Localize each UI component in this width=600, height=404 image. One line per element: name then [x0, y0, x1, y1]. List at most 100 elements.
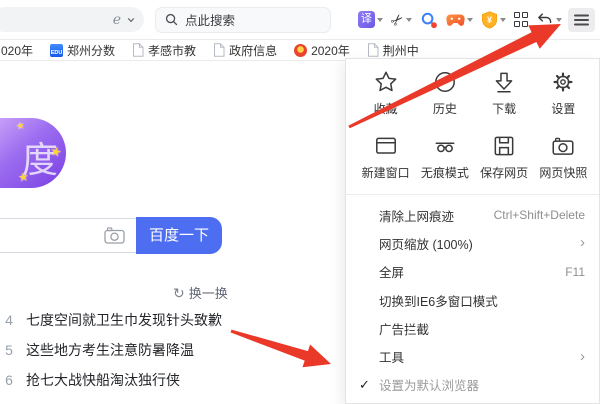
caret-down-icon[interactable] — [376, 17, 383, 22]
menu-separator — [346, 194, 599, 195]
menu-item-label: 设置为默认浏览器 — [379, 379, 480, 394]
menu-new-window[interactable]: 新建窗口 — [356, 131, 415, 183]
menu-incognito[interactable]: 无痕模式 — [415, 131, 474, 183]
star-decoration: ★ — [14, 120, 27, 133]
incognito-icon — [435, 142, 455, 153]
security-button[interactable]: ¥ — [479, 8, 508, 32]
menu-item-page-zoom[interactable]: 网页缩放 (100%) › — [346, 229, 599, 257]
screenshot-button[interactable]: ✂ — [387, 8, 414, 32]
menu-item-label: 工具 — [379, 351, 405, 366]
shield-icon: ¥ — [481, 10, 497, 29]
star-decoration: ★ — [17, 169, 30, 185]
menu-snapshot[interactable]: 网页快照 — [534, 131, 593, 183]
hot-text: 七度空间就卫生巾发现针头致歉 — [26, 312, 222, 328]
magnifier-icon — [421, 12, 437, 28]
gear-icon — [553, 72, 573, 92]
menu-shortcut: F11 — [565, 264, 585, 279]
baidu-search-input[interactable] — [0, 218, 136, 253]
bookmark-label: 孝感市教 — [148, 43, 197, 58]
download-icon — [495, 72, 513, 93]
bookmark-item[interactable]: 020年 — [1, 42, 33, 59]
bookmark-item[interactable]: 孝感市教 — [132, 42, 196, 59]
page-icon — [367, 43, 379, 57]
caret-down-icon[interactable] — [466, 17, 473, 22]
menu-downloads[interactable]: 下载 — [475, 67, 534, 119]
baidu-search-button[interactable]: 百度一下 — [136, 217, 222, 254]
menu-grid-label: 保存网页 — [480, 166, 529, 180]
bookmark-label: 2020年 — [311, 43, 350, 58]
menu-save-page[interactable]: 保存网页 — [475, 131, 534, 183]
edu-favicon: EDU — [50, 43, 64, 57]
menu-history[interactable]: 历史 — [415, 67, 474, 119]
submenu-chevron-icon: › — [580, 234, 585, 252]
menu-item-ad-block[interactable]: 广告拦截 — [346, 314, 599, 342]
find-search-button[interactable] — [418, 8, 440, 32]
games-button[interactable] — [444, 9, 475, 31]
menu-item-label: 全屏 — [379, 266, 405, 281]
menu-settings[interactable]: 设置 — [534, 67, 593, 119]
bookmark-item[interactable]: 2020年 — [294, 42, 350, 59]
apps-grid-button[interactable] — [512, 9, 531, 30]
menu-shortcut: Ctrl+Shift+Delete — [493, 208, 585, 223]
hot-list-item[interactable]: 5 这些地方考生注意防暑降温 — [4, 335, 334, 365]
hot-list-item[interactable]: 6 抢七大战快船淘汰独行侠 — [4, 365, 334, 395]
menu-item-clear-traces[interactable]: 清除上网痕迹 Ctrl+Shift+Delete — [346, 201, 599, 229]
chevron-down-icon[interactable] — [127, 16, 135, 24]
menu-grid-label: 历史 — [432, 102, 457, 116]
checkmark-icon: ✓ — [359, 376, 370, 392]
menu-grid-label: 下载 — [492, 102, 517, 116]
menu-item-set-default-browser[interactable]: ✓ 设置为默认浏览器 — [346, 371, 599, 399]
search-icon — [165, 13, 178, 26]
apps-grid-icon — [513, 12, 528, 27]
bookmark-item[interactable]: 政府信息 — [213, 42, 277, 59]
caret-down-icon[interactable] — [556, 17, 562, 22]
camera-icon — [552, 137, 574, 155]
toolbar-icon-group: 译 ✂ ¥ — [356, 7, 600, 32]
hot-list-refresh[interactable]: ↻ 换一换 — [173, 283, 228, 302]
menu-list: 清除上网痕迹 Ctrl+Shift+Delete 网页缩放 (100%) › 全… — [346, 199, 599, 404]
menu-favorites[interactable]: 收藏 — [356, 67, 415, 119]
hot-text: 这些地方考生注意防暑降温 — [26, 342, 194, 358]
hot-text: 抢七大战快船淘汰独行侠 — [26, 372, 180, 388]
main-menu-button[interactable] — [568, 7, 595, 32]
bookmark-label: 荆州中 — [382, 43, 419, 58]
menu-item-label: 网页缩放 (100%) — [379, 237, 473, 252]
hot-list-item[interactable]: 4 七度空间就卫生巾发现针头致歉 — [4, 305, 334, 335]
menu-item-ie6-mode[interactable]: 切换到IE6多窗口模式 — [346, 286, 599, 314]
bookmark-item[interactable]: EDU 郑州分数 — [50, 42, 115, 59]
bookmark-label: 郑州分数 — [67, 43, 116, 58]
menu-grid-label: 网页快照 — [539, 166, 588, 180]
browser-window: e 点此搜索 译 ✂ ¥ 020年 EDU 郑州分数 孝感市教 政府信息 202… — [0, 0, 600, 404]
bookmark-label: 020年 — [1, 43, 34, 58]
menu-grid-label: 新建窗口 — [361, 166, 410, 180]
menu-item-tools[interactable]: 工具 › — [346, 342, 599, 370]
hot-rank: 4 — [5, 312, 13, 328]
menu-quick-grid: 收藏 历史 下载 设置 新建窗口 无痕模式 保存网页 网页快照 — [346, 59, 599, 183]
menu-item-help[interactable]: 帮助 › — [346, 399, 599, 404]
bookmark-item[interactable]: 荆州中 — [367, 42, 419, 59]
bookmark-label: 政府信息 — [229, 43, 278, 58]
menu-item-label: 清除上网痕迹 — [379, 209, 455, 224]
translate-button[interactable]: 译 — [356, 8, 385, 31]
menu-item-fullscreen[interactable]: 全屏 F11 — [346, 258, 599, 286]
page-icon — [214, 43, 225, 57]
baidu-festival-logo: 度 ★ ★ ★ ★ — [0, 118, 66, 188]
menu-item-label: 切换到IE6多窗口模式 — [379, 294, 498, 309]
save-icon — [494, 136, 514, 156]
refresh-icon: ↻ — [173, 284, 185, 301]
toolbar-search-box[interactable]: 点此搜索 — [155, 6, 331, 33]
hot-rank: 6 — [5, 372, 13, 388]
gamepad-icon — [445, 14, 465, 26]
undo-icon — [538, 12, 552, 23]
camera-search-icon[interactable] — [104, 227, 125, 244]
main-menu-panel: 收藏 历史 下载 设置 新建窗口 无痕模式 保存网页 网页快照 清除上网痕迹 C… — [345, 58, 600, 404]
page-icon — [133, 43, 144, 57]
menu-item-label: 广告拦截 — [379, 322, 430, 337]
star-icon — [375, 71, 397, 92]
undo-restore-button[interactable] — [534, 8, 564, 32]
address-bar[interactable]: e — [0, 7, 144, 32]
menu-grid-label: 无痕模式 — [420, 166, 469, 180]
emblem-favicon — [294, 43, 308, 57]
scissors-icon: ✂ — [387, 9, 409, 31]
caret-down-icon[interactable] — [499, 17, 506, 22]
